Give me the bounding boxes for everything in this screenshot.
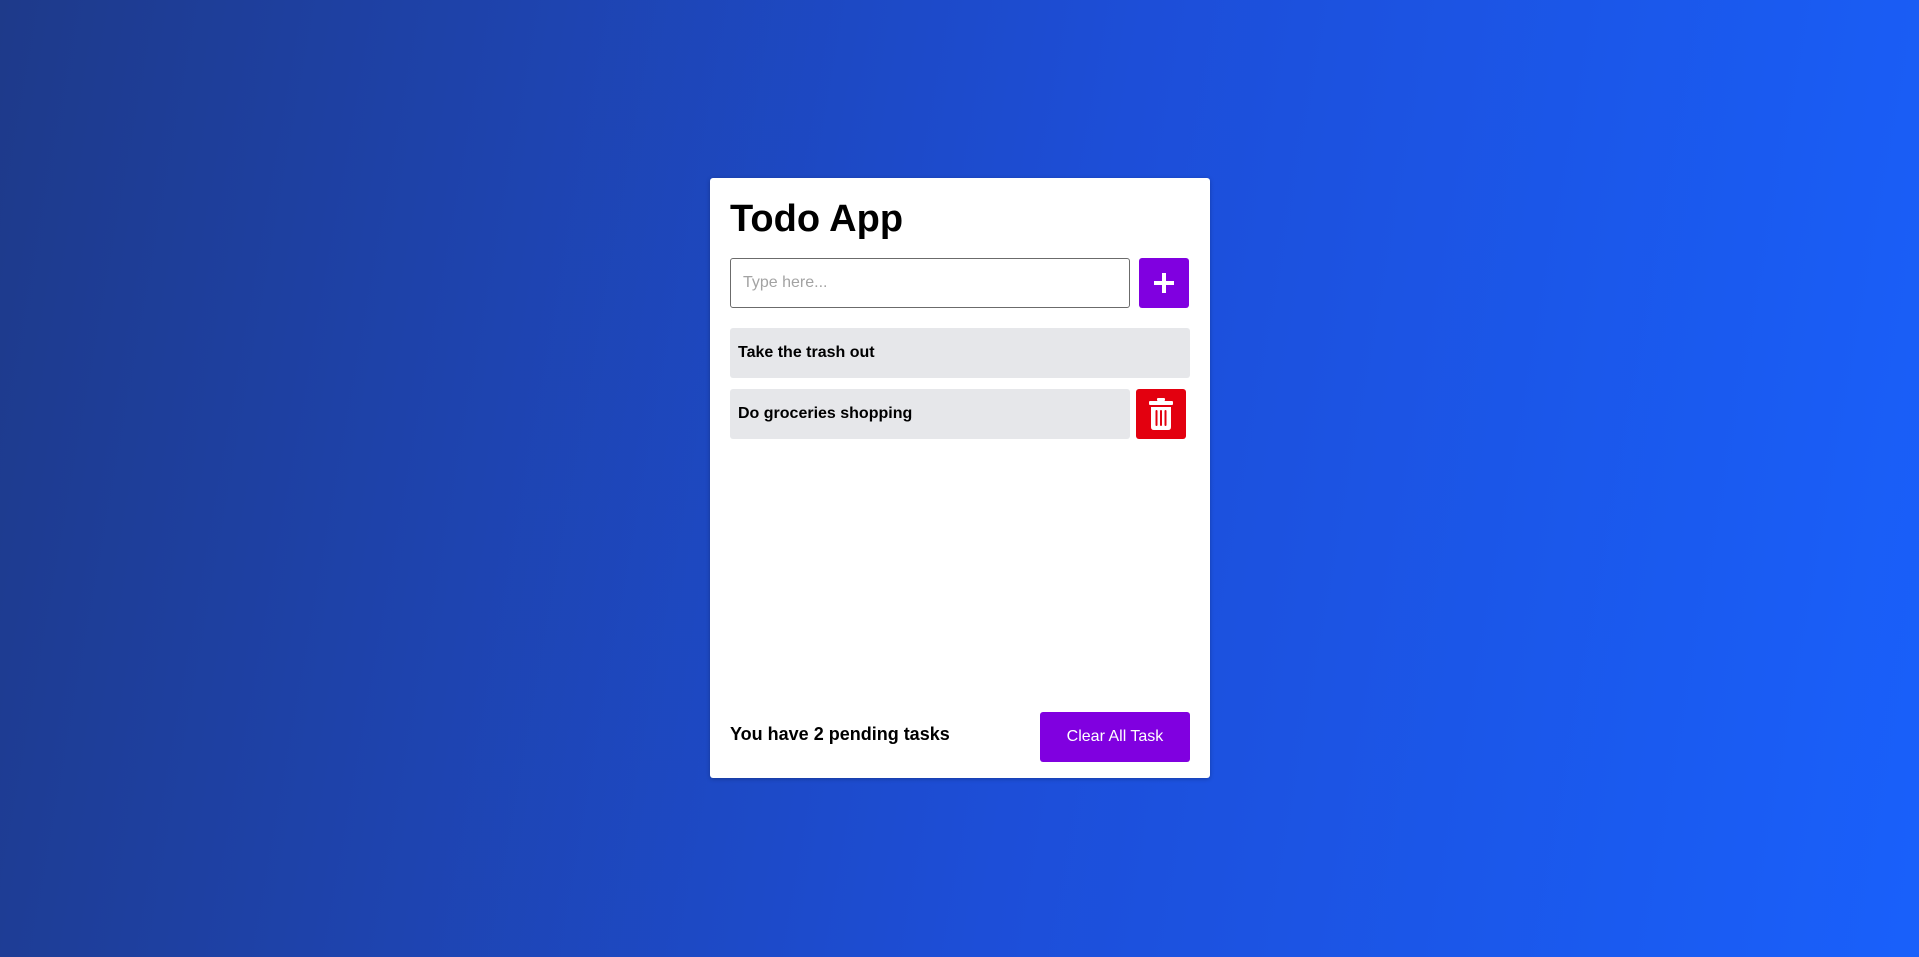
- add-task-row: [730, 258, 1189, 308]
- todo-card: Todo App Take the trash out Do groceries…: [710, 178, 1210, 778]
- plus-icon: [1154, 273, 1174, 293]
- task-item[interactable]: Take the trash out: [730, 328, 1190, 378]
- task-text: Take the trash out: [730, 328, 1190, 378]
- task-text: Do groceries shopping: [730, 389, 1130, 439]
- trash-icon: [1149, 398, 1173, 430]
- add-task-button[interactable]: [1139, 258, 1189, 308]
- task-input[interactable]: [730, 258, 1130, 308]
- pending-tasks-count: You have 2 pending tasks: [730, 724, 950, 744]
- task-item[interactable]: Do groceries shopping: [730, 389, 1190, 439]
- clear-all-button[interactable]: Clear All Task: [1040, 712, 1190, 762]
- app-title: Todo App: [730, 198, 904, 240]
- delete-task-button[interactable]: [1136, 389, 1186, 439]
- task-list: Take the trash out Do groceries shopping: [730, 328, 1190, 450]
